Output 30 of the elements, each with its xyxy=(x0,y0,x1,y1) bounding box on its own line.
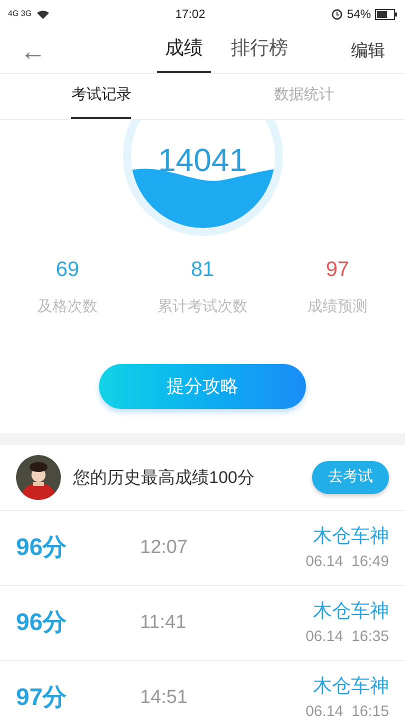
stat-value: 69 xyxy=(56,257,80,283)
wifi-icon xyxy=(36,8,50,20)
record-duration: 12:07 xyxy=(140,536,189,560)
record-date: 06.14 16:15 xyxy=(306,702,389,720)
status-time: 17:02 xyxy=(175,6,206,23)
stat-value: 97 xyxy=(326,257,350,283)
record-duration: 14:51 xyxy=(140,686,189,710)
stat-label: 累计考试次数 xyxy=(158,296,248,316)
battery-percent: 54% xyxy=(346,6,371,23)
record-date: 06.14 16:49 xyxy=(306,552,389,572)
record-name: 木仓车神 xyxy=(313,600,389,624)
network-label: 4G 3G xyxy=(8,8,32,20)
record-score: 96分 xyxy=(16,533,68,563)
stat-label: 及格次数 xyxy=(38,296,98,316)
stat-label: 成绩预测 xyxy=(308,296,368,316)
best-score-text: 您的历史最高成绩100分 xyxy=(73,466,256,489)
gauge-value: 14041 xyxy=(157,141,248,180)
back-button[interactable]: ← xyxy=(20,38,60,64)
record-score: 97分 xyxy=(16,683,68,713)
record-name: 木仓车神 xyxy=(313,674,389,698)
stat-value: 81 xyxy=(190,257,214,283)
header-tab[interactable]: 排行榜 xyxy=(223,28,296,73)
battery-icon xyxy=(374,8,397,20)
edit-button[interactable]: 编辑 xyxy=(351,38,385,64)
record-score: 96分 xyxy=(16,608,68,638)
record-name: 木仓车神 xyxy=(313,524,389,548)
record-duration: 11:41 xyxy=(140,610,188,635)
alarm-icon xyxy=(330,8,343,20)
record-date: 06.14 16:35 xyxy=(306,627,389,647)
sub-tab[interactable]: 考试记录 xyxy=(71,74,132,119)
